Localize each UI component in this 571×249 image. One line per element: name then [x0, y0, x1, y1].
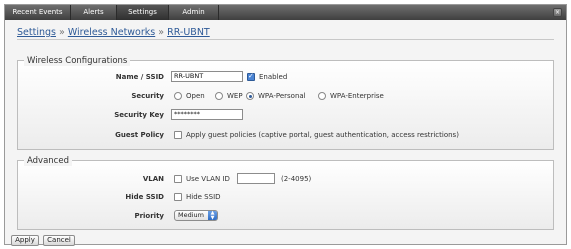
breadcrumb: Settings » Wireless Networks » RR-UBNT — [17, 27, 210, 38]
tab-alerts[interactable]: Alerts — [71, 5, 117, 20]
section-title-wireless: Wireless Configurations — [24, 56, 131, 66]
breadcrumb-divider — [17, 39, 554, 40]
security-key-label: Security Key — [114, 111, 164, 119]
enabled-checkbox[interactable] — [247, 72, 255, 81]
hide-ssid-text: Hide SSID — [186, 193, 221, 201]
vlan-range-hint: (2-4095) — [281, 175, 312, 183]
close-icon[interactable]: × — [553, 8, 562, 17]
security-key-field[interactable]: ******** — [171, 109, 243, 120]
ssid-field[interactable]: RR-UBNT — [171, 71, 243, 82]
hide-ssid-label: Hide SSID — [125, 193, 164, 201]
tab-settings[interactable]: Settings — [117, 5, 169, 20]
security-wep-radio[interactable] — [215, 92, 223, 100]
security-wpa-enterprise-label: WPA-Enterprise — [330, 92, 384, 100]
guest-policy-label: Guest Policy — [115, 131, 164, 139]
vlan-label: VLAN — [142, 175, 164, 183]
security-open-label: Open — [186, 92, 205, 100]
select-arrows-icon: ▲ ▼ — [208, 211, 217, 220]
guest-policy-checkbox[interactable] — [174, 131, 182, 139]
security-open-radio[interactable] — [174, 92, 182, 100]
wireless-configurations-section: Wireless Configurations Name / SSID RR-U… — [17, 56, 554, 150]
security-label: Security — [131, 92, 164, 100]
security-wpa-personal-label: WPA-Personal — [258, 92, 306, 100]
priority-label: Priority — [134, 212, 164, 220]
tab-bar: Recent Events Alerts Settings Admin × — [5, 5, 566, 20]
guest-policy-text: Apply guest policies (captive portal, gu… — [186, 131, 459, 139]
settings-window: Recent Events Alerts Settings Admin × Se… — [4, 4, 567, 246]
breadcrumb-wireless-networks-link[interactable]: Wireless Networks — [68, 27, 155, 38]
use-vlan-id-checkbox[interactable] — [174, 175, 182, 183]
tab-admin[interactable]: Admin — [169, 5, 219, 20]
security-wpa-enterprise-radio[interactable] — [318, 92, 326, 100]
security-wpa-personal-radio[interactable] — [246, 92, 254, 100]
breadcrumb-separator: » — [59, 27, 65, 38]
enabled-label: Enabled — [259, 73, 288, 81]
advanced-section: Advanced VLAN Use VLAN ID (2-4095) Hide … — [17, 156, 554, 230]
section-title-advanced: Advanced — [24, 156, 72, 166]
priority-value: Medium — [178, 211, 204, 219]
vlan-id-field[interactable] — [237, 173, 275, 184]
tab-recent-events[interactable]: Recent Events — [5, 5, 71, 20]
apply-button[interactable]: Apply — [11, 235, 39, 246]
use-vlan-id-label: Use VLAN ID — [186, 175, 230, 183]
cancel-button[interactable]: Cancel — [43, 235, 75, 246]
breadcrumb-current-network[interactable]: RR-UBNT — [167, 27, 210, 38]
security-wep-label: WEP — [227, 92, 243, 100]
priority-select[interactable]: Medium ▲ ▼ — [174, 210, 218, 221]
hide-ssid-checkbox[interactable] — [174, 193, 182, 201]
name-ssid-label: Name / SSID — [115, 73, 164, 81]
breadcrumb-separator: » — [158, 27, 165, 38]
breadcrumb-settings-link[interactable]: Settings — [17, 27, 56, 38]
